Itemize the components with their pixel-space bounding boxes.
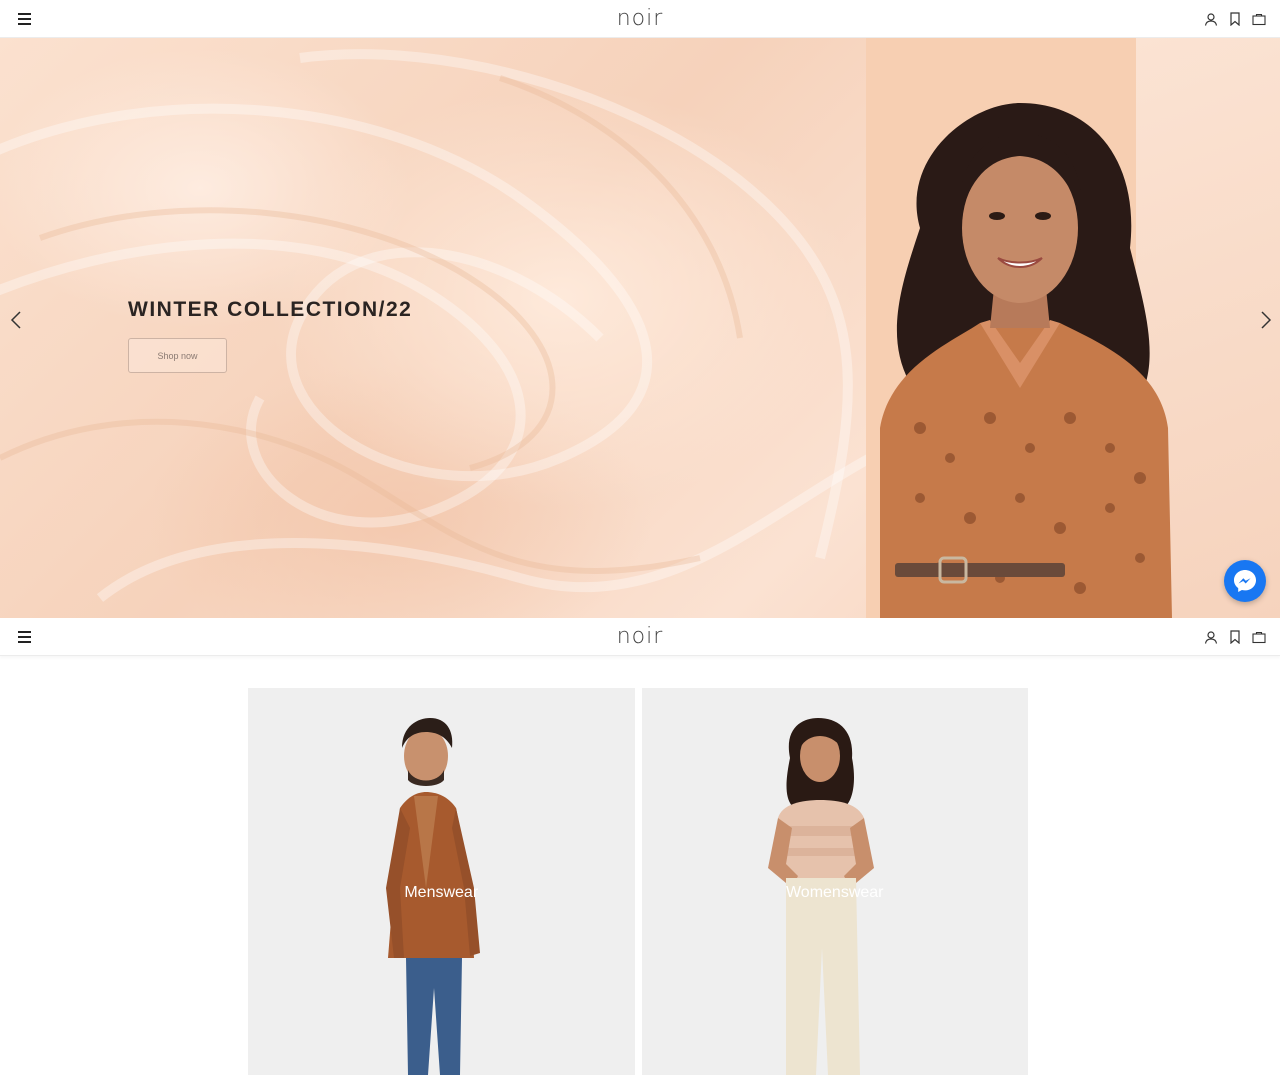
chevron-left-icon[interactable] (9, 310, 23, 330)
category-label: Menswear (404, 884, 479, 901)
hero-title: WINTER COLLECTION/22 (128, 298, 413, 321)
bookmark-icon[interactable] (1228, 629, 1242, 644)
bag-icon[interactable] (1252, 630, 1266, 644)
sticky-header: noir (0, 618, 1280, 656)
header-actions (1204, 11, 1266, 26)
messenger-chat-button[interactable] (1224, 560, 1266, 602)
category-card-womenswear[interactable]: Womenswear (641, 688, 1028, 1075)
shop-now-button[interactable]: Shop now (128, 338, 227, 373)
menswear-model-image (386, 718, 480, 1075)
top-header: noir (0, 0, 1280, 38)
hero-model-image (880, 103, 1172, 618)
messenger-icon (1234, 570, 1256, 592)
category-grid: Menswear Womenswear (248, 688, 1028, 1075)
brand-logo[interactable]: noir (617, 624, 664, 649)
header-actions (1204, 629, 1266, 644)
hero-background (0, 49, 866, 602)
menu-icon[interactable] (18, 630, 34, 643)
menu-icon[interactable] (18, 12, 34, 25)
category-label: Womenswear (785, 884, 884, 901)
womenswear-model-image (767, 718, 874, 1075)
brand-logo[interactable]: noir (617, 6, 664, 31)
user-icon[interactable] (1204, 630, 1218, 644)
user-icon[interactable] (1204, 12, 1218, 26)
chevron-right-icon[interactable] (1259, 310, 1273, 330)
bookmark-icon[interactable] (1228, 11, 1242, 26)
bag-icon[interactable] (1252, 12, 1266, 26)
category-card-menswear[interactable]: Menswear (248, 688, 635, 1075)
hero-banner: WINTER COLLECTION/22 Shop now (0, 38, 1280, 618)
